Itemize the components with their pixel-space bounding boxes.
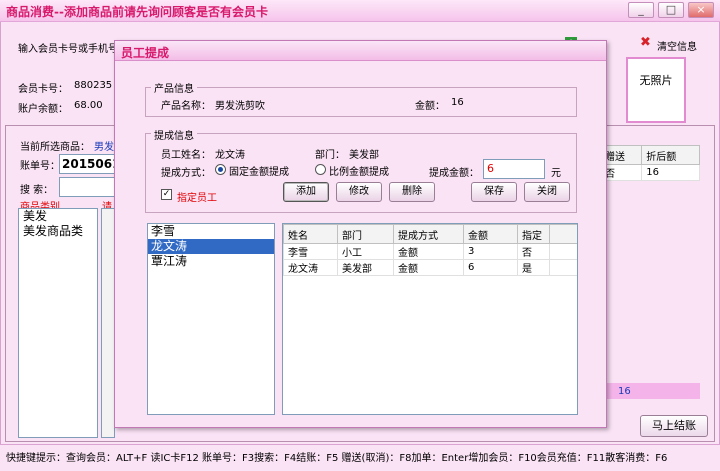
commission-dialog: 员工提成 产品信息 产品名称： 男发洗剪吹 金额： 16 提成信息 员工姓名： …	[114, 40, 607, 428]
dialog-title: 员工提成	[121, 46, 170, 60]
cell-filler	[549, 259, 577, 276]
category-item[interactable]: 美发商品类	[19, 224, 97, 239]
bill-no-field[interactable]: 2015061	[59, 154, 115, 174]
card-no-label: 会员卡号：	[18, 84, 68, 95]
table-row[interactable]: 李雪 小工 金额 3 否	[283, 243, 577, 260]
staff-list[interactable]: 李雪 龙文涛 覃江涛	[147, 223, 275, 415]
cell-name: 龙文涛	[283, 259, 338, 276]
add-button[interactable]: 添加	[283, 182, 329, 202]
maximize-button[interactable]: □	[658, 2, 684, 18]
commission-grid: 姓名 部门 提成方式 金额 指定 李雪 小工 金额 3 否 龙文涛 美发部 金额…	[282, 223, 578, 415]
dialog-titlebar	[115, 41, 606, 61]
grid-header-filler	[549, 224, 577, 244]
delete-button[interactable]: 删除	[389, 182, 435, 202]
member-photo: 无照片	[626, 57, 686, 123]
cell-designated: 否	[517, 243, 550, 260]
cell-filler	[549, 243, 577, 260]
total-value: 16	[618, 386, 631, 397]
amount-label: 金额：	[415, 101, 445, 112]
grid-header-name: 姓名	[283, 224, 338, 244]
balance-label: 账户余额：	[18, 104, 68, 115]
dept-value: 美发部	[349, 150, 379, 161]
commission-amount-input[interactable]: 6	[483, 159, 545, 179]
main-title: 商品消费--添加商品前请先询问顾客是否有会员卡	[6, 5, 268, 19]
goods-list-edge	[101, 208, 115, 438]
method-label: 提成方式：	[161, 168, 211, 179]
shortcut-hint: 快捷键提示：查询会员：ALT+F 读IC卡F12 账单号：F3搜索：F4结账：F…	[6, 453, 668, 464]
right-grid: 赠送 折后额 否 16	[599, 145, 700, 181]
right-grid-header: 折后额	[641, 145, 700, 165]
grid-header-method: 提成方式	[393, 224, 464, 244]
commission-amount-label: 提成金额：	[429, 168, 479, 179]
product-info-title: 产品信息	[151, 80, 197, 95]
cell-method: 金额	[393, 243, 464, 260]
product-name-label: 产品名称：	[161, 101, 211, 112]
cell-method: 金额	[393, 259, 464, 276]
clear-info-button[interactable]: 清空信息	[657, 38, 697, 53]
cell-dept: 小工	[337, 243, 394, 260]
right-grid-cell: 16	[641, 164, 700, 181]
grid-header-amount: 金额	[463, 224, 518, 244]
bill-no-label: 账单号：	[20, 161, 60, 172]
designated-label[interactable]: 指定员工	[177, 189, 217, 204]
grid-header-dept: 部门	[337, 224, 394, 244]
edit-button[interactable]: 修改	[336, 182, 382, 202]
cell-amount: 6	[463, 259, 518, 276]
product-name-value: 男发洗剪吹	[215, 101, 265, 112]
balance-value: 68.00	[74, 100, 103, 111]
cell-amount: 3	[463, 243, 518, 260]
staff-list-item-selected[interactable]: 龙文涛	[148, 239, 274, 254]
card-prompt-label: 输入会员卡号或手机号	[18, 44, 118, 55]
designated-checkbox[interactable]: ✓	[161, 189, 172, 200]
fixed-method-label[interactable]: 固定金额提成	[229, 163, 289, 178]
staff-list-item[interactable]: 覃江涛	[148, 254, 274, 269]
category-list[interactable]: 美发 美发商品类	[18, 208, 98, 438]
staff-name-label: 员工姓名：	[161, 150, 211, 161]
category-item[interactable]: 美发	[19, 209, 97, 224]
staff-name-value: 龙文涛	[215, 150, 245, 161]
cell-designated: 是	[517, 259, 550, 276]
table-row[interactable]: 龙文涛 美发部 金额 6 是	[283, 259, 577, 276]
amount-value: 16	[451, 97, 464, 108]
grid-header-designated: 指定	[517, 224, 550, 244]
fixed-method-radio[interactable]	[215, 164, 226, 175]
card-no-value: 880235	[74, 80, 113, 91]
ratio-method-label[interactable]: 比例金额提成	[329, 163, 389, 178]
ratio-method-radio[interactable]	[315, 164, 326, 175]
clear-icon[interactable]: ✖	[640, 35, 651, 50]
close-button[interactable]: 关闭	[524, 182, 570, 202]
cell-name: 李雪	[283, 243, 338, 260]
cell-dept: 美发部	[337, 259, 394, 276]
total-bar	[600, 383, 700, 399]
dept-label: 部门：	[315, 150, 345, 161]
commission-unit: 元	[551, 168, 561, 179]
search-input[interactable]	[59, 177, 115, 197]
selected-goods-label: 当前所选商品：	[20, 142, 90, 153]
search-label: 搜 索：	[20, 185, 54, 196]
minimize-button[interactable]: _	[628, 2, 654, 18]
checkout-button[interactable]: 马上结账	[640, 415, 708, 437]
close-window-button[interactable]: ×	[688, 2, 714, 18]
save-button[interactable]: 保存	[471, 182, 517, 202]
staff-list-item[interactable]: 李雪	[148, 224, 274, 239]
commission-info-title: 提成信息	[151, 127, 197, 142]
selected-goods-value: 男发	[94, 142, 114, 153]
